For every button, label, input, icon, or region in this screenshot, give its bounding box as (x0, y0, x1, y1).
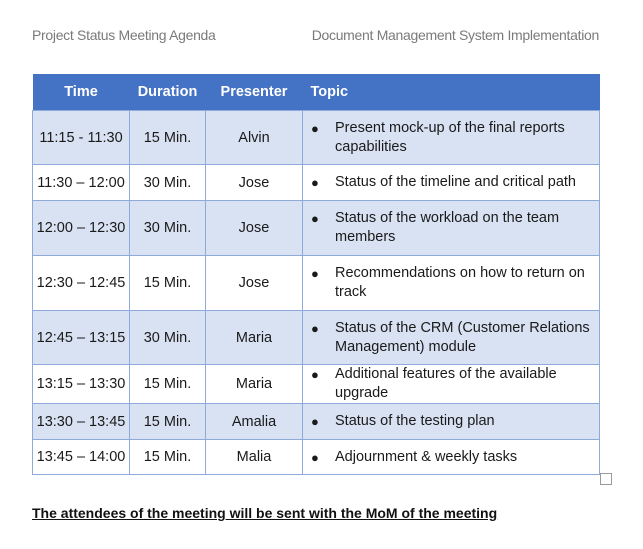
cell-presenter[interactable]: Jose (205, 255, 303, 311)
cell-time[interactable]: 13:30 – 13:45 (32, 403, 130, 440)
cell-presenter[interactable]: Maria (205, 310, 303, 365)
topic-text: Status of the CRM (Customer Relations Ma… (335, 319, 590, 355)
cell-time[interactable]: 12:30 – 12:45 (32, 255, 130, 311)
cell-topic[interactable]: ● Status of the workload on the team memb… (302, 200, 600, 256)
topic-text: Status of the testing plan (335, 413, 495, 429)
cell-topic[interactable]: ● Adjournment & weekly tasks (302, 439, 600, 475)
cell-duration[interactable]: 15 Min. (129, 364, 206, 404)
column-header-topic: Topic (302, 74, 600, 111)
cell-duration[interactable]: 30 Min. (129, 310, 206, 365)
topic-text: Present mock-up of the final reports cap… (335, 119, 565, 155)
table-row: 11:30 – 12:00 30 Min. Jose ● Status of th… (32, 164, 600, 201)
topic-text: Adjournment & weekly tasks (335, 448, 518, 465)
cell-topic[interactable]: ● Status of the CRM (Customer Relations M… (302, 310, 600, 365)
cell-duration[interactable]: 15 Min. (129, 255, 206, 311)
cell-time[interactable]: 11:15 - 11:30 (32, 110, 130, 165)
cell-time[interactable]: 12:45 – 13:15 (32, 310, 130, 365)
cell-presenter[interactable]: Amalia (205, 403, 303, 440)
cell-time[interactable]: 13:15 – 13:30 (32, 364, 130, 404)
cell-duration[interactable]: 15 Min. (129, 439, 206, 475)
topic-text: Additional features of the available upg… (335, 366, 557, 401)
cell-time[interactable]: 11:30 – 12:00 (32, 164, 130, 201)
cell-topic[interactable]: ● Status of the timeline and critical pat… (302, 164, 600, 201)
table-row: 13:15 – 13:30 15 Min. Maria ● Additional … (32, 364, 600, 404)
table-resize-handle[interactable] (600, 473, 612, 485)
cell-time[interactable]: 12:00 – 12:30 (32, 200, 130, 256)
column-header-duration: Duration (129, 74, 206, 111)
cell-duration[interactable]: 15 Min. (129, 110, 206, 165)
cell-duration[interactable]: 15 Min. (129, 403, 206, 440)
cell-presenter[interactable]: Maria (205, 364, 303, 404)
cell-duration[interactable]: 30 Min. (129, 200, 206, 256)
bullet-icon: ● (311, 120, 319, 136)
table-header-row: Time Duration Presenter Topic (32, 74, 600, 111)
topic-text: Status of the workload on the team membe… (335, 210, 560, 245)
bullet-icon: ● (311, 449, 319, 465)
table-row: 12:30 – 12:45 15 Min. Jose ● Recommendati… (32, 255, 600, 311)
bullet-icon: ● (311, 211, 319, 226)
bullet-icon: ● (311, 414, 319, 429)
cell-duration[interactable]: 30 Min. (129, 164, 206, 201)
cell-topic[interactable]: ● Additional features of the available up… (302, 364, 600, 404)
agenda-table: Time Duration Presenter Topic 11:15 - 11… (32, 74, 600, 475)
cell-time[interactable]: 13:45 – 14:00 (32, 439, 130, 475)
table-row: 12:00 – 12:30 30 Min. Jose ● Status of th… (32, 200, 600, 256)
column-header-time: Time (32, 74, 130, 111)
bullet-icon: ● (311, 320, 319, 336)
cell-topic[interactable]: ● Status of the testing plan (302, 403, 600, 440)
cell-presenter[interactable]: Jose (205, 164, 303, 201)
bullet-icon: ● (311, 266, 319, 281)
footer-note: The attendees of the meeting will be sen… (32, 505, 498, 521)
cell-topic[interactable]: ● Recommendations on how to return on tra… (302, 255, 600, 311)
table-row: 13:45 – 14:00 15 Min. Malia ● Adjournment… (32, 439, 600, 475)
table-row: 13:30 – 13:45 15 Min. Amalia ● Status of … (32, 403, 600, 440)
topic-text: Recommendations on how to return on trac… (335, 265, 585, 300)
topic-text: Status of the timeline and critical path (335, 174, 576, 190)
cell-topic[interactable]: ● Present mock-up of the final reports ca… (302, 110, 600, 165)
cell-presenter[interactable]: Alvin (205, 110, 303, 165)
column-header-presenter: Presenter (205, 74, 303, 111)
cell-presenter[interactable]: Jose (205, 200, 303, 256)
bullet-icon: ● (311, 175, 319, 190)
table-row: 12:45 – 13:15 30 Min. Maria ● Status of t… (32, 310, 600, 365)
table-row: 11:15 - 11:30 15 Min. Alvin ● Present moc… (32, 110, 600, 165)
cell-presenter[interactable]: Malia (205, 439, 303, 475)
bullet-icon: ● (311, 367, 319, 382)
document-header-project: Document Management System Implementatio… (311, 27, 600, 43)
document-header-title: Project Status Meeting Agenda (32, 27, 216, 43)
